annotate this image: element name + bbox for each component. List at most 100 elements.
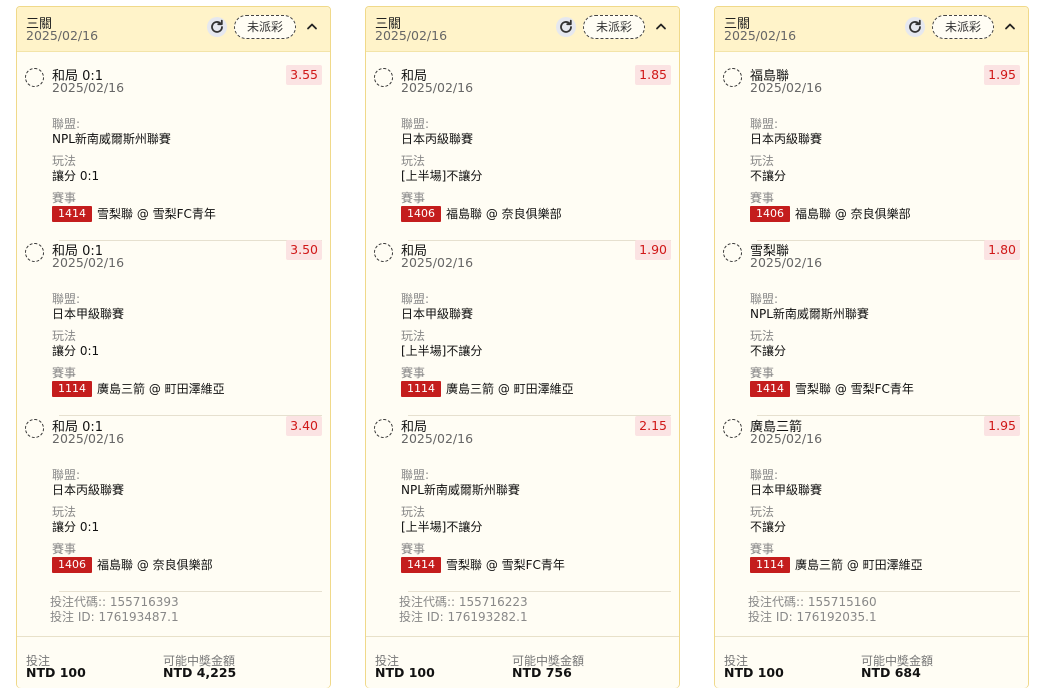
leg-odds: 1.95	[984, 65, 1020, 85]
bettype-value: 讓分 0:1	[52, 344, 100, 358]
bet-date: 2025/02/16	[26, 28, 99, 43]
event-row: 1114 廣島三箭 @ 町田澤維亞	[750, 556, 923, 573]
bet-leg: 福島聯 2025/02/16 1.95 聯盟: 日本丙級聯賽 玩法 不讓分 賽事…	[723, 65, 1020, 241]
event-name: 廣島三箭 @ 町田澤維亞	[446, 382, 574, 396]
leg-date: 2025/02/16	[750, 431, 823, 446]
league-value: 日本甲級聯賽	[52, 307, 125, 321]
divider	[59, 591, 322, 592]
card-header[interactable]: 三關 2025/02/16 未派彩	[715, 7, 1028, 52]
divider	[408, 591, 671, 592]
event-code-badge: 1114	[401, 380, 441, 397]
leg-status-icon	[723, 243, 742, 262]
bet-leg: 雪梨聯 2025/02/16 1.80 聯盟: NPL新南威爾斯州聯賽 玩法 不…	[723, 240, 1020, 416]
status-badge: 未派彩	[583, 15, 645, 39]
bet-slip-card: 三關 2025/02/16 未派彩 和局 0:1 2025/02/16 3.55…	[16, 6, 331, 688]
refresh-icon[interactable]	[207, 17, 227, 37]
event-row: 1406 福島聯 @ 奈良俱樂部	[401, 205, 562, 222]
event-code-badge: 1414	[401, 556, 441, 573]
chevron-up-icon[interactable]	[654, 15, 668, 39]
event-row: 1414 雪梨聯 @ 雪梨FC青年	[401, 556, 565, 573]
stake-value: NTD 100	[26, 665, 86, 680]
refresh-icon[interactable]	[905, 17, 925, 37]
leg-status-icon	[374, 419, 393, 438]
event-code-badge: 1414	[52, 205, 92, 222]
card-footer: 投注 NTD 100 可能中獎金額 NTD 4,225	[17, 636, 330, 688]
payout-value: NTD 684	[861, 665, 921, 680]
leg-status-icon	[374, 68, 393, 87]
event-row: 1414 雪梨聯 @ 雪梨FC青年	[52, 205, 216, 222]
bet-leg: 和局 0:1 2025/02/16 3.50 聯盟: 日本甲級聯賽 玩法 讓分 …	[25, 240, 322, 416]
event-label: 賽事	[401, 366, 426, 380]
event-label: 賽事	[52, 542, 77, 556]
event-code-badge: 1414	[750, 380, 790, 397]
leg-date: 2025/02/16	[401, 431, 474, 446]
bet-leg: 廣島三箭 2025/02/16 1.95 聯盟: 日本甲級聯賽 玩法 不讓分 賽…	[723, 416, 1020, 592]
league-value: 日本丙級聯賽	[401, 132, 474, 146]
bet-leg: 和局 0:1 2025/02/16 3.55 聯盟: NPL新南威爾斯州聯賽 玩…	[25, 65, 322, 241]
leg-status-icon	[25, 243, 44, 262]
status-badge: 未派彩	[234, 15, 296, 39]
leg-status-icon	[723, 419, 742, 438]
leg-odds: 1.85	[635, 65, 671, 85]
event-code-badge: 1114	[750, 556, 790, 573]
leg-odds: 3.50	[286, 240, 322, 260]
bet-id: 投注 ID: 176192035.1	[748, 610, 877, 624]
league-value: 日本丙級聯賽	[52, 483, 125, 497]
divider	[757, 591, 1020, 592]
bet-date: 2025/02/16	[375, 28, 448, 43]
bet-date: 2025/02/16	[724, 28, 797, 43]
bet-slip-card: 三關 2025/02/16 未派彩 和局 2025/02/16 1.85 聯盟:…	[365, 6, 680, 688]
league-value: NPL新南威爾斯州聯賽	[52, 132, 171, 146]
leg-odds: 2.15	[635, 416, 671, 436]
leg-odds: 1.95	[984, 416, 1020, 436]
event-row: 1114 廣島三箭 @ 町田澤維亞	[401, 380, 574, 397]
card-footer: 投注 NTD 100 可能中獎金額 NTD 684	[715, 636, 1028, 688]
leg-odds: 3.55	[286, 65, 322, 85]
leg-date: 2025/02/16	[52, 431, 125, 446]
event-label: 賽事	[750, 542, 775, 556]
leg-date: 2025/02/16	[401, 255, 474, 270]
event-label: 賽事	[750, 366, 775, 380]
bet-slip-card: 三關 2025/02/16 未派彩 福島聯 2025/02/16 1.95 聯盟…	[714, 6, 1029, 688]
bettype-value: 讓分 0:1	[52, 169, 100, 183]
event-row: 1406 福島聯 @ 奈良俱樂部	[52, 556, 213, 573]
refresh-icon[interactable]	[556, 17, 576, 37]
event-label: 賽事	[401, 191, 426, 205]
card-footer: 投注 NTD 100 可能中獎金額 NTD 756	[366, 636, 679, 688]
event-name: 廣島三箭 @ 町田澤維亞	[97, 382, 225, 396]
payout-value: NTD 756	[512, 665, 572, 680]
bettype-value: 不讓分	[750, 169, 787, 183]
chevron-up-icon[interactable]	[1003, 15, 1017, 39]
bettype-value: 不讓分	[750, 344, 787, 358]
stake-value: NTD 100	[375, 665, 435, 680]
event-code-badge: 1406	[750, 205, 790, 222]
leg-status-icon	[25, 419, 44, 438]
leg-date: 2025/02/16	[750, 80, 823, 95]
leg-status-icon	[374, 243, 393, 262]
event-name: 雪梨聯 @ 雪梨FC青年	[97, 207, 216, 221]
bettype-value: [上半場]不讓分	[401, 344, 483, 358]
leg-date: 2025/02/16	[401, 80, 474, 95]
league-value: NPL新南威爾斯州聯賽	[750, 307, 869, 321]
bettype-value: [上半場]不讓分	[401, 169, 483, 183]
bet-leg: 和局 2025/02/16 1.85 聯盟: 日本丙級聯賽 玩法 [上半場]不讓…	[374, 65, 671, 241]
card-header[interactable]: 三關 2025/02/16 未派彩	[366, 7, 679, 52]
card-header[interactable]: 三關 2025/02/16 未派彩	[17, 7, 330, 52]
event-name: 福島聯 @ 奈良俱樂部	[446, 207, 562, 221]
event-label: 賽事	[52, 191, 77, 205]
leg-date: 2025/02/16	[52, 255, 125, 270]
bettype-value: 不讓分	[750, 520, 787, 534]
event-label: 賽事	[750, 191, 775, 205]
league-value: NPL新南威爾斯州聯賽	[401, 483, 520, 497]
event-row: 1406 福島聯 @ 奈良俱樂部	[750, 205, 911, 222]
bettype-value: [上半場]不讓分	[401, 520, 483, 534]
event-code-badge: 1406	[401, 205, 441, 222]
event-name: 雪梨聯 @ 雪梨FC青年	[446, 558, 565, 572]
event-code-badge: 1114	[52, 380, 92, 397]
event-code-badge: 1406	[52, 556, 92, 573]
leg-odds: 3.40	[286, 416, 322, 436]
chevron-up-icon[interactable]	[305, 15, 319, 39]
event-name: 廣島三箭 @ 町田澤維亞	[795, 558, 923, 572]
payout-value: NTD 4,225	[163, 665, 237, 680]
stake-value: NTD 100	[724, 665, 784, 680]
